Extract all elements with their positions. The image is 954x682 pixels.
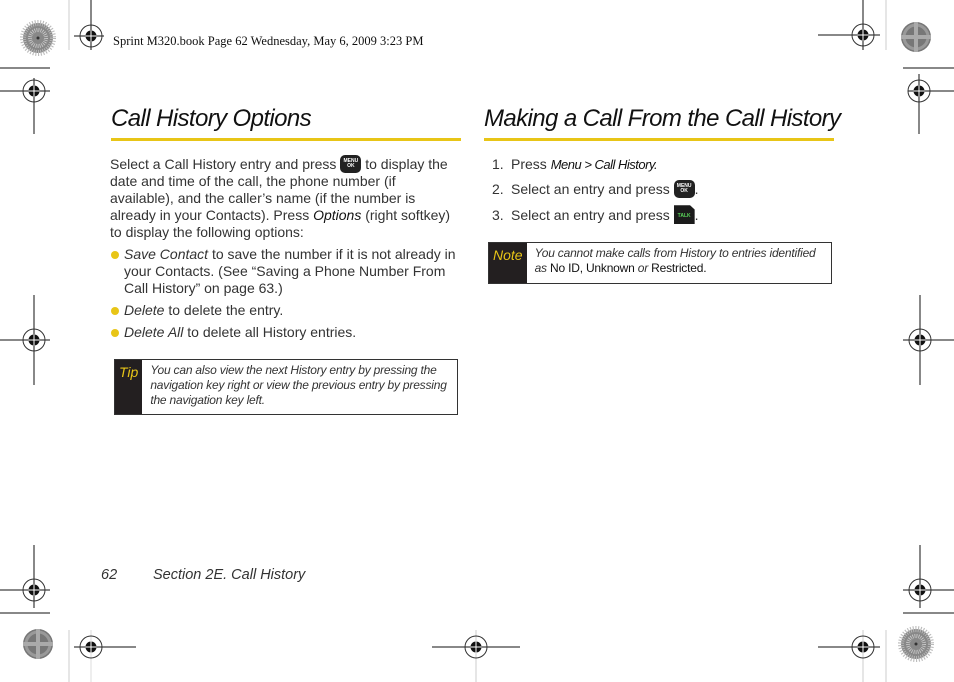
color-wheel-icon — [23, 629, 53, 659]
print-info-header: Sprint M320.book Page 62 Wednesday, May … — [113, 34, 424, 48]
page-number: 62 — [101, 567, 118, 583]
tip-text: You can also view the next History entry… — [150, 363, 447, 407]
options-softkey-label: Options — [313, 207, 362, 223]
talk-key-icon: TALK — [673, 205, 695, 225]
bullet-icon — [111, 307, 119, 315]
option-delete-all: Delete All to delete all History entries… — [111, 324, 462, 341]
title-underline — [111, 138, 461, 141]
option-save-contact: Save Contact to save the number if it is… — [111, 246, 462, 297]
bullet-icon — [111, 251, 119, 259]
tip-box: Tip You can also view the next History e… — [114, 359, 458, 415]
title-underline — [484, 138, 834, 141]
option-delete: Delete to delete the entry. — [111, 302, 462, 319]
section-title-making-a-call: Making a Call From the Call History — [484, 105, 841, 132]
step-1: 1. Press Menu > Call History. — [492, 156, 658, 172]
menu-ok-key-icon: MENU OK — [673, 179, 695, 198]
printer-marks — [0, 0, 954, 682]
tip-label: Tip — [115, 360, 143, 414]
menu-path: Menu > Call History. — [550, 157, 658, 172]
starburst-icon — [898, 626, 934, 662]
color-wheel-icon — [901, 22, 931, 52]
section-title-call-history-options: Call History Options — [111, 105, 312, 132]
step-3: 3. Select an entry and press TALK. — [492, 205, 699, 225]
bullet-icon — [111, 329, 119, 337]
starburst-icon — [20, 20, 56, 56]
intro-paragraph: Select a Call History entry and press ME… — [110, 154, 451, 240]
note-box: Note You cannot make calls from History … — [488, 242, 832, 284]
note-label: Note — [489, 243, 527, 283]
step-2: 2. Select an entry and press MENU OK. — [492, 179, 699, 198]
menu-ok-key-icon: MENU OK — [340, 154, 362, 173]
footer-section-name: Section 2E. Call History — [153, 567, 306, 583]
note-text: You cannot make calls from History to en… — [534, 246, 816, 275]
